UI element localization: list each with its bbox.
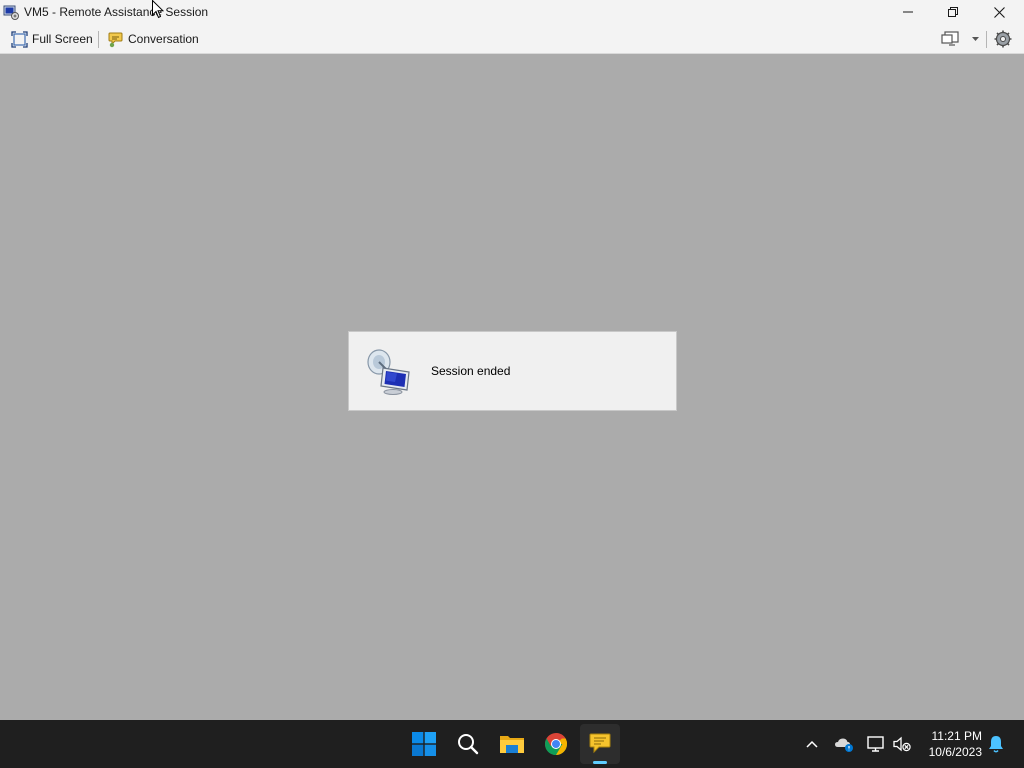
- minimize-button[interactable]: [885, 0, 931, 24]
- conversation-label: Conversation: [128, 32, 199, 46]
- notification-bell-icon[interactable]: [986, 734, 1006, 754]
- windows-start-icon: [412, 732, 436, 756]
- full-screen-icon: [11, 30, 28, 48]
- network-tray-button[interactable]: [866, 734, 886, 754]
- toolbar-divider-right: [986, 31, 987, 48]
- remote-assistance-monitor-icon: [367, 349, 410, 395]
- clock-date: 10/6/2023: [928, 745, 982, 759]
- volume-muted-icon: [893, 736, 911, 752]
- file-explorer-icon: [500, 736, 524, 753]
- session-ended-dialog: Session ended: [348, 331, 677, 411]
- onedrive-icon: [835, 738, 853, 752]
- network-icon: [867, 736, 884, 752]
- onedrive-tray-button[interactable]: [834, 734, 854, 754]
- mouse-cursor-icon: [152, 0, 164, 19]
- settings-icon[interactable]: [993, 29, 1013, 49]
- show-hidden-icons-button[interactable]: [802, 734, 822, 754]
- close-icon: [993, 6, 1005, 18]
- session-status-message: Session ended: [431, 364, 511, 378]
- toolbar: Full Screen Conversation: [0, 24, 1024, 54]
- restore-button[interactable]: [930, 0, 976, 24]
- chevron-up-icon: [806, 740, 818, 748]
- conversation-button[interactable]: Conversation: [103, 27, 203, 51]
- restore-icon: [948, 7, 958, 17]
- remote-assistance-icon: [3, 5, 19, 20]
- file-explorer-button[interactable]: [492, 724, 532, 764]
- minimize-icon: [903, 11, 913, 13]
- system-clock[interactable]: 11:21 PM 10/6/2023: [916, 728, 982, 760]
- search-button[interactable]: [448, 724, 488, 764]
- full-screen-button[interactable]: Full Screen: [7, 27, 97, 51]
- close-button[interactable]: [976, 0, 1022, 24]
- full-screen-label: Full Screen: [32, 32, 93, 46]
- remote-assistance-taskbar-button[interactable]: [580, 724, 620, 764]
- taskbar: 11:21 PM 10/6/2023: [0, 720, 1024, 768]
- active-app-indicator: [593, 761, 607, 764]
- chat-icon: [108, 32, 123, 47]
- toolbar-divider: [98, 31, 99, 48]
- display-settings-button[interactable]: [940, 29, 984, 49]
- volume-tray-button[interactable]: [892, 734, 912, 754]
- chevron-down-icon: [972, 37, 979, 41]
- clock-time: 11:21 PM: [931, 729, 982, 743]
- chrome-icon: [545, 733, 567, 755]
- remote-assistance-icon: [589, 733, 611, 754]
- display-settings-icon: [941, 31, 979, 46]
- window-title: VM5 - Remote Assistance Session: [24, 5, 209, 19]
- chrome-button[interactable]: [536, 724, 576, 764]
- start-button[interactable]: [404, 724, 444, 764]
- search-icon: [458, 734, 479, 755]
